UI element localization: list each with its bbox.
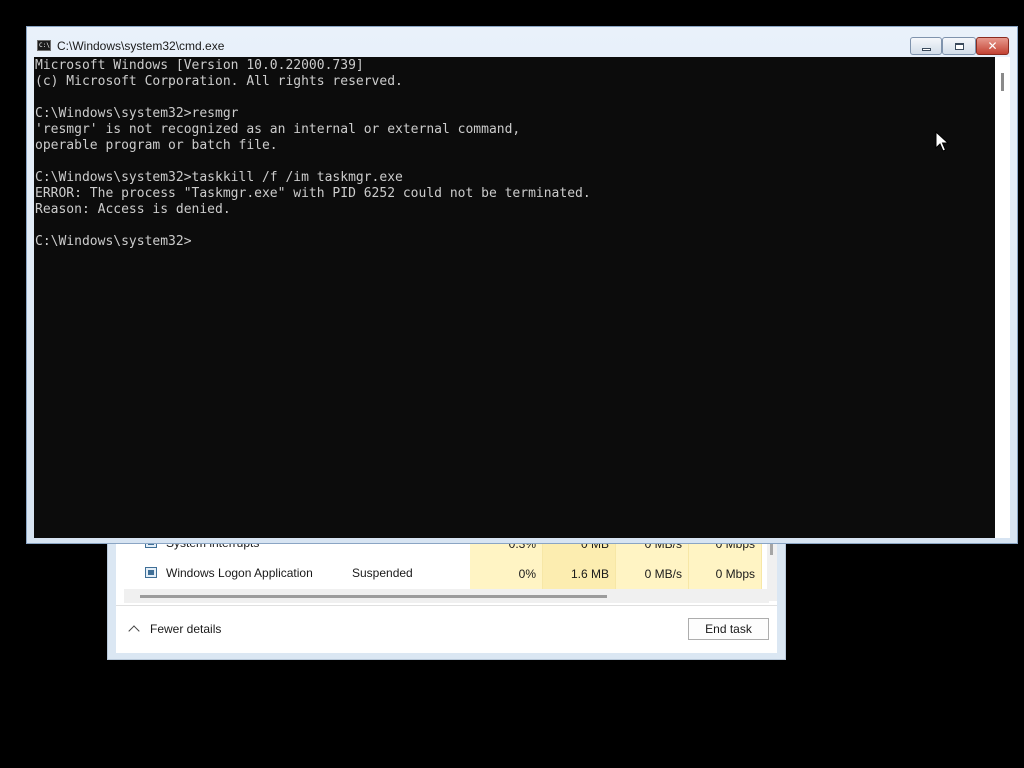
console-line: C:\Windows\system32>: [35, 234, 192, 249]
title-bar[interactable]: C:\ C:\Windows\system32\cmd.exe ✕: [27, 27, 1017, 57]
scrollbar-thumb[interactable]: [1001, 73, 1004, 91]
minimize-icon: [921, 47, 931, 51]
console-line: (c) Microsoft Corporation. All rights re…: [35, 74, 403, 89]
fewer-details-button[interactable]: Fewer details: [126, 619, 221, 639]
console-line: C:\Windows\system32>taskkill /f /im task…: [35, 170, 403, 185]
cmd-window: C:\ C:\Windows\system32\cmd.exe ✕ Micros…: [26, 26, 1018, 544]
chevron-up-icon: [128, 625, 140, 637]
console-line: ERROR: The process "Taskmgr.exe" with PI…: [35, 186, 591, 201]
maximize-icon: [954, 42, 964, 50]
fewer-details-label: Fewer details: [150, 622, 222, 636]
console-line: 'resmgr' is not recognized as an interna…: [35, 122, 521, 137]
console-line: Microsoft Windows [Version 10.0.22000.73…: [35, 58, 364, 73]
mouse-pointer-icon: [935, 131, 949, 152]
close-button[interactable]: ✕: [976, 37, 1009, 55]
process-name: Windows Logon Application: [166, 566, 313, 580]
close-icon: ✕: [987, 39, 998, 53]
scrollbar-thumb[interactable]: [140, 595, 607, 598]
process-memory: 1.6 MB: [543, 559, 616, 589]
task-manager-window: System interrupts 0.3% 0 MB 0 MB/s 0 Mbp…: [107, 529, 786, 660]
console-output[interactable]: Microsoft Windows [Version 10.0.22000.73…: [34, 57, 995, 538]
cmd-app-icon[interactable]: C:\: [37, 40, 51, 51]
console-line: Reason: Access is denied.: [35, 202, 231, 217]
window-title: C:\Windows\system32\cmd.exe: [57, 39, 225, 53]
console-line: C:\Windows\system32>resmgr: [35, 106, 239, 121]
end-task-button[interactable]: End task: [688, 618, 769, 640]
console-text: Microsoft Windows [Version 10.0.22000.73…: [34, 57, 995, 250]
console-vertical-scrollbar[interactable]: [995, 57, 1010, 538]
table-row[interactable]: Windows Logon Application Suspended 0% 1…: [116, 559, 777, 589]
footer-divider: [116, 605, 777, 606]
process-window-icon: [145, 567, 157, 578]
process-network: 0 Mbps: [689, 559, 762, 589]
maximize-button[interactable]: [942, 37, 976, 55]
process-status: Suspended: [352, 566, 413, 580]
task-manager-content: System interrupts 0.3% 0 MB 0 MB/s 0 Mbp…: [116, 529, 777, 653]
minimize-button[interactable]: [910, 37, 942, 55]
process-list-horizontal-scrollbar[interactable]: [124, 589, 769, 603]
process-cpu: 0%: [470, 559, 543, 589]
process-disk: 0 MB/s: [616, 559, 689, 589]
console-line: operable program or batch file.: [35, 138, 278, 153]
